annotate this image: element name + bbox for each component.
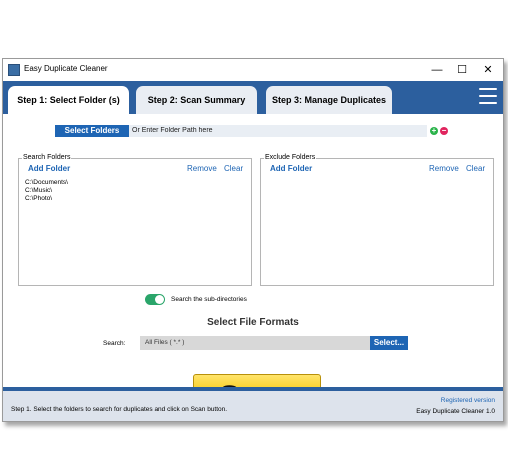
exclude-folders-label: Exclude Folders xyxy=(264,154,317,161)
minimize-button[interactable]: — xyxy=(426,62,448,78)
tab-manage-duplicates[interactable]: Step 3: Manage Duplicates xyxy=(266,86,392,114)
registered-version-link[interactable]: Registered version xyxy=(441,397,495,404)
file-format-field[interactable]: All Files ( *.* ) xyxy=(140,336,370,350)
search-label: Search: xyxy=(103,340,126,347)
remove-path-icon[interactable]: − xyxy=(440,127,448,135)
search-folders-box: Search Folders Add Folder Remove Clear C… xyxy=(18,154,252,286)
select-folders-button[interactable]: Select Folders xyxy=(55,125,129,137)
add-search-folder-link[interactable]: Add Folder xyxy=(28,164,70,173)
app-icon xyxy=(8,64,20,76)
add-path-icon[interactable]: + xyxy=(430,127,438,135)
hamburger-menu-icon[interactable] xyxy=(479,88,497,105)
file-formats-title: Select File Formats xyxy=(207,317,299,328)
exclude-folders-box: Exclude Folders Add Folder Remove Clear xyxy=(260,154,494,286)
close-button[interactable]: ✕ xyxy=(477,62,499,78)
tab-bar: Step 1: Select Folder (s) Step 2: Scan S… xyxy=(3,81,503,114)
list-item[interactable]: C:\Music\ xyxy=(25,187,68,195)
search-folders-label: Search Folders xyxy=(22,154,72,161)
toggle-knob xyxy=(155,295,164,304)
add-exclude-folder-link[interactable]: Add Folder xyxy=(270,164,312,173)
tab-select-folders[interactable]: Step 1: Select Folder (s) xyxy=(8,86,129,114)
list-item[interactable]: C:\Photo\ xyxy=(25,195,68,203)
search-folders-list: C:\Documents\ C:\Music\ C:\Photo\ xyxy=(25,179,68,203)
remove-search-folder-link[interactable]: Remove xyxy=(187,164,217,173)
tab-scan-summary[interactable]: Step 2: Scan Summary xyxy=(136,86,257,114)
status-bar: Step 1. Select the folders to search for… xyxy=(3,387,503,421)
subdirectories-label: Search the sub-directories xyxy=(171,296,247,303)
title-bar: Easy Duplicate Cleaner — ☐ ✕ xyxy=(3,59,503,81)
clear-exclude-folders-link[interactable]: Clear xyxy=(466,164,485,173)
select-formats-button[interactable]: Select... xyxy=(370,336,408,350)
window-title: Easy Duplicate Cleaner xyxy=(24,64,108,73)
clear-search-folders-link[interactable]: Clear xyxy=(224,164,243,173)
list-item[interactable]: C:\Documents\ xyxy=(25,179,68,187)
step1-panel: Select Folders + − Search Folders Add Fo… xyxy=(3,114,503,420)
remove-exclude-folder-link[interactable]: Remove xyxy=(429,164,459,173)
version-label: Easy Duplicate Cleaner 1.0 xyxy=(416,408,495,415)
folder-path-input[interactable] xyxy=(129,125,427,137)
subdirectories-toggle[interactable] xyxy=(145,294,165,305)
maximize-button[interactable]: ☐ xyxy=(451,62,473,78)
status-message: Step 1. Select the folders to search for… xyxy=(11,406,228,413)
app-window: Easy Duplicate Cleaner — ☐ ✕ Step 1: Sel… xyxy=(2,58,504,422)
